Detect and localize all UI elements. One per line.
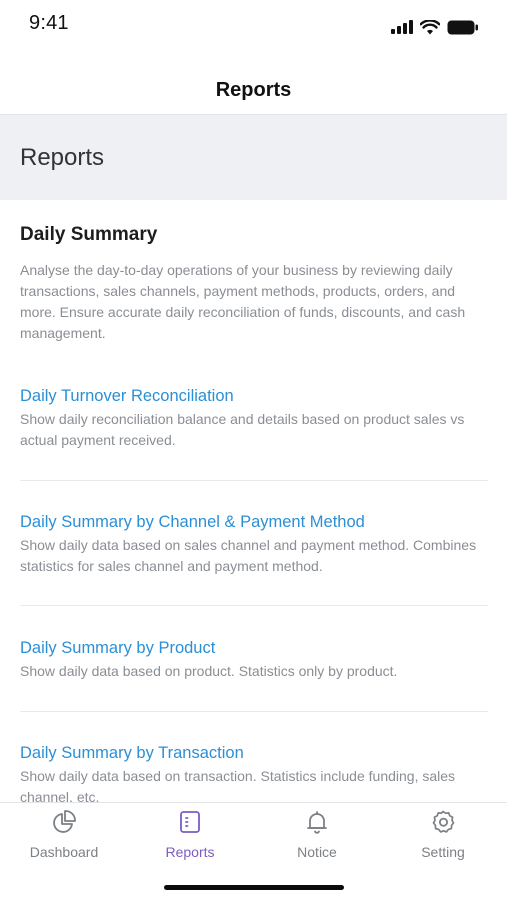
group-title: Daily Summary xyxy=(20,224,158,245)
status-bar: 9:41 xyxy=(0,0,507,50)
item-divider xyxy=(20,711,488,712)
status-icons xyxy=(391,17,479,37)
tab-label: Setting xyxy=(421,844,465,860)
report-title[interactable]: Daily Turnover Reconciliation xyxy=(20,385,488,407)
report-title[interactable]: Daily Summary by Transaction xyxy=(20,742,488,764)
report-item-daily-summary-by-channel-payment[interactable]: Daily Summary by Channel & Payment Metho… xyxy=(20,511,488,577)
report-icon xyxy=(177,809,203,835)
item-divider xyxy=(20,605,488,606)
report-description: Show daily reconciliation balance and de… xyxy=(20,411,465,448)
report-title[interactable]: Daily Summary by Channel & Payment Metho… xyxy=(20,511,488,533)
wifi-icon xyxy=(420,19,440,34)
report-description: Show daily data based on sales channel a… xyxy=(20,537,477,574)
section-header-title: Reports xyxy=(20,143,105,171)
item-divider xyxy=(20,480,488,481)
report-title[interactable]: Daily Summary by Product xyxy=(20,637,488,659)
report-description: Show daily data based on transaction. St… xyxy=(20,768,456,802)
report-item-daily-summary-by-product[interactable]: Daily Summary by Product Show daily data… xyxy=(20,637,488,682)
battery-icon xyxy=(447,20,478,34)
group-description: Analyse the day-to-day operations of you… xyxy=(20,262,466,341)
status-time: 9:41 xyxy=(29,12,69,34)
tab-setting[interactable]: Setting xyxy=(393,809,493,865)
pie-chart-icon xyxy=(51,809,77,835)
tab-label: Dashboard xyxy=(29,844,99,860)
tab-label: Reports xyxy=(165,844,215,860)
page-title: Reports xyxy=(215,78,292,101)
report-item-daily-summary-by-transaction[interactable]: Daily Summary by Transaction Show daily … xyxy=(20,742,488,802)
cellular-signal-icon xyxy=(391,20,413,34)
tab-notice[interactable]: Notice xyxy=(267,809,367,865)
tab-label: Notice xyxy=(297,844,337,860)
gear-icon xyxy=(430,809,456,835)
tab-reports[interactable]: Reports xyxy=(140,809,240,865)
bell-icon xyxy=(304,809,330,835)
section-header: Reports xyxy=(0,115,507,200)
report-description: Show daily data based on product. Statis… xyxy=(20,663,398,679)
navigation-bar: Reports xyxy=(0,66,507,114)
report-item-daily-turnover-reconciliation[interactable]: Daily Turnover Reconciliation Show daily… xyxy=(20,385,488,451)
report-list[interactable]: Daily Summary Analyse the day-to-day ope… xyxy=(0,200,507,802)
tab-dashboard[interactable]: Dashboard xyxy=(14,809,114,865)
home-indicator[interactable] xyxy=(164,885,344,890)
